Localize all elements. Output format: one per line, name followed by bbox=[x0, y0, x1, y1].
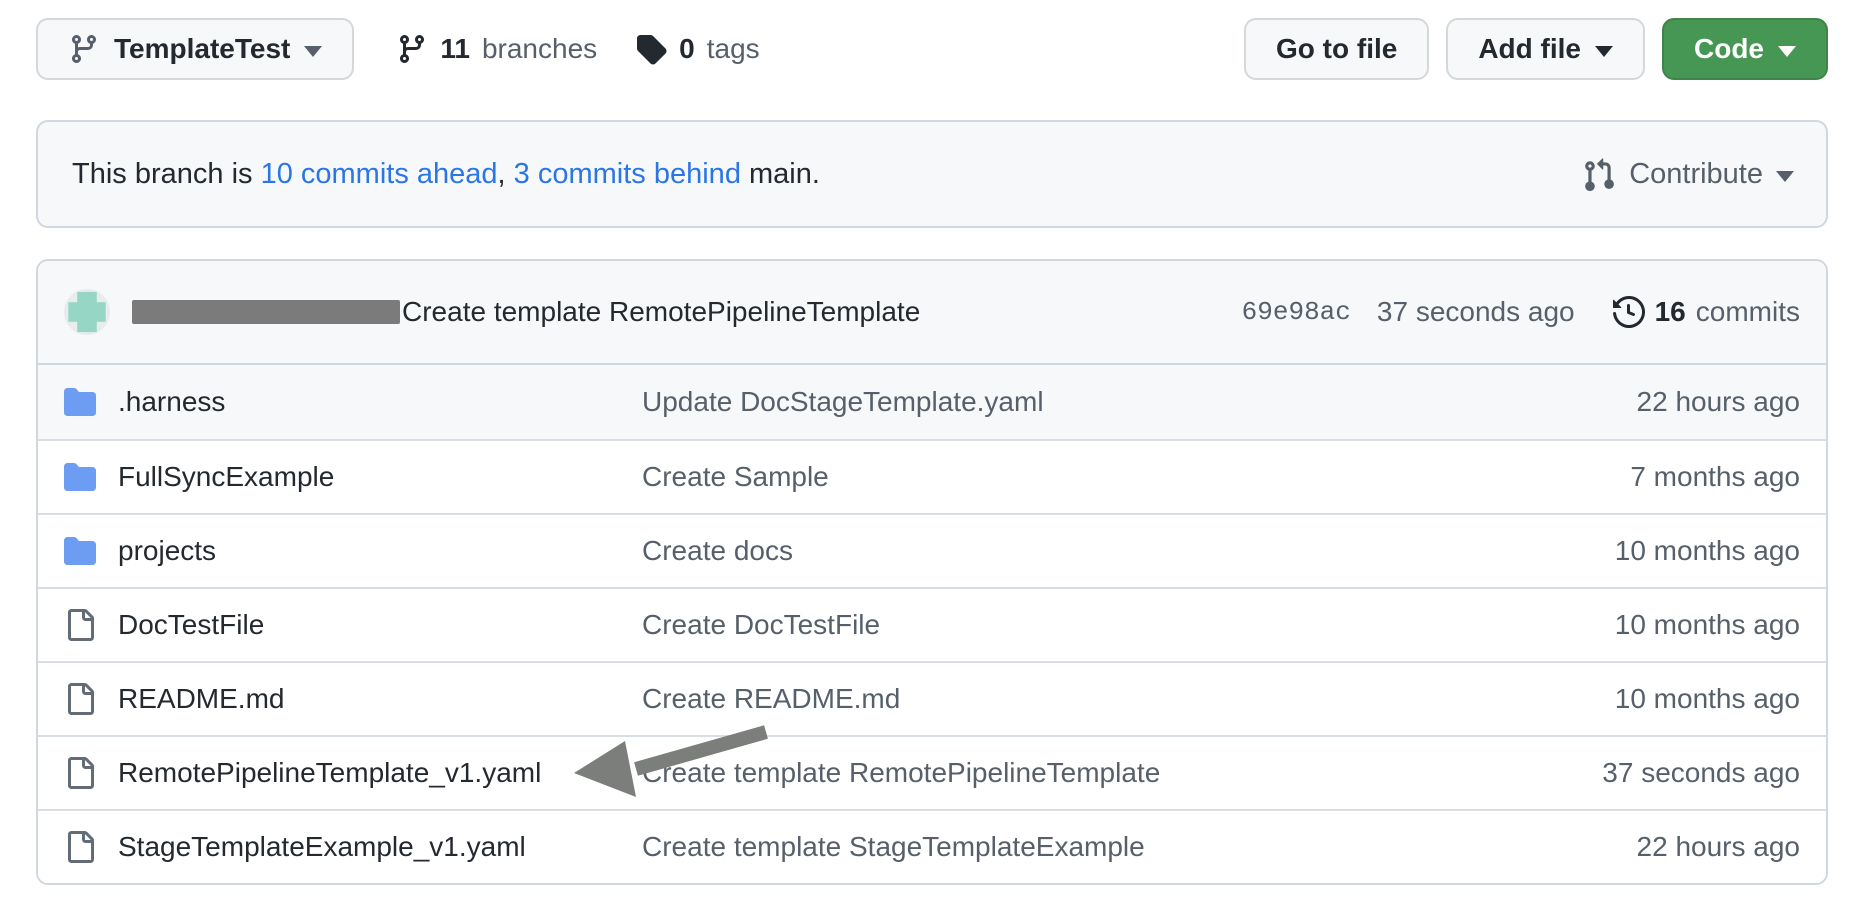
file-name-link[interactable]: .harness bbox=[118, 386, 642, 418]
toolbar-actions: Go to file Add file Code bbox=[1244, 18, 1828, 80]
file-row[interactable]: StageTemplateExample_v1.yaml Create temp… bbox=[38, 809, 1826, 883]
chevron-down-icon bbox=[1595, 46, 1613, 57]
file-icon bbox=[64, 683, 96, 715]
file-row[interactable]: .harness Update DocStageTemplate.yaml 22… bbox=[38, 365, 1826, 439]
file-name-link[interactable]: RemotePipelineTemplate_v1.yaml bbox=[118, 757, 642, 789]
file-updated-time: 10 months ago bbox=[1615, 683, 1800, 715]
tags-count: 0 bbox=[679, 33, 695, 65]
status-prefix: This branch is bbox=[72, 158, 261, 190]
file-browser-card: Create template RemotePipelineTemplate 6… bbox=[36, 259, 1828, 885]
commit-history-link[interactable]: 16 commits bbox=[1613, 296, 1800, 328]
status-separator: , bbox=[498, 158, 514, 190]
branches-label: branches bbox=[482, 33, 597, 65]
file-name-link[interactable]: StageTemplateExample_v1.yaml bbox=[118, 831, 642, 863]
git-branch-icon bbox=[396, 33, 428, 65]
file-updated-time: 37 seconds ago bbox=[1602, 757, 1800, 789]
file-icon bbox=[64, 831, 96, 863]
file-updated-time: 7 months ago bbox=[1630, 461, 1800, 493]
branch-selector-button[interactable]: TemplateTest bbox=[36, 18, 354, 80]
go-to-file-button[interactable]: Go to file bbox=[1244, 18, 1429, 80]
commits-ahead-link[interactable]: 10 commits ahead bbox=[261, 158, 498, 190]
avatar[interactable] bbox=[64, 289, 110, 335]
tags-label: tags bbox=[707, 33, 760, 65]
contribute-button[interactable]: Contribute bbox=[1582, 157, 1794, 191]
commit-message-link[interactable]: Create template StageTemplateExample bbox=[642, 831, 1637, 863]
file-name-link[interactable]: README.md bbox=[118, 683, 642, 715]
chevron-down-icon bbox=[1776, 171, 1794, 182]
redacted-username bbox=[132, 300, 400, 324]
commit-message-link[interactable]: Create Sample bbox=[642, 461, 1630, 493]
file-row[interactable]: FullSyncExample Create Sample 7 months a… bbox=[38, 439, 1826, 513]
commit-message-link[interactable]: Create README.md bbox=[642, 683, 1615, 715]
latest-commit-meta: 69e98ac 37 seconds ago 16 commits bbox=[1242, 296, 1800, 328]
commits-label: commits bbox=[1696, 296, 1800, 328]
latest-commit-message[interactable]: Create template RemotePipelineTemplate bbox=[402, 296, 920, 328]
commit-hash[interactable]: 69e98ac bbox=[1242, 297, 1351, 327]
folder-icon bbox=[64, 386, 96, 418]
branches-count: 11 bbox=[440, 33, 470, 65]
folder-icon bbox=[64, 535, 96, 567]
commit-timestamp: 37 seconds ago bbox=[1377, 296, 1575, 328]
commits-behind-link[interactable]: 3 commits behind bbox=[514, 158, 741, 190]
contribute-label: Contribute bbox=[1629, 158, 1763, 191]
commit-message-link[interactable]: Update DocStageTemplate.yaml bbox=[642, 386, 1637, 418]
status-suffix: main. bbox=[741, 158, 820, 190]
repo-toolbar: TemplateTest 11 branches 0 tags Go to fi… bbox=[36, 18, 1828, 80]
latest-commit-bar: Create template RemotePipelineTemplate 6… bbox=[38, 261, 1826, 365]
branch-status-banner: This branch is 10 commits ahead, 3 commi… bbox=[36, 120, 1828, 228]
file-row[interactable]: README.md Create README.md 10 months ago bbox=[38, 661, 1826, 735]
commit-message-link[interactable]: Create template RemotePipelineTemplate bbox=[642, 757, 1602, 789]
file-icon bbox=[64, 757, 96, 789]
branches-link[interactable]: 11 branches bbox=[396, 33, 597, 65]
file-updated-time: 22 hours ago bbox=[1637, 831, 1800, 863]
folder-icon bbox=[64, 461, 96, 493]
current-branch-label: TemplateTest bbox=[114, 33, 290, 65]
history-icon bbox=[1613, 296, 1645, 328]
add-file-label: Add file bbox=[1478, 33, 1581, 65]
file-name-link[interactable]: projects bbox=[118, 535, 642, 567]
branch-status-text: This branch is 10 commits ahead, 3 commi… bbox=[72, 158, 820, 191]
file-row[interactable]: projects Create docs 10 months ago bbox=[38, 513, 1826, 587]
file-updated-time: 22 hours ago bbox=[1637, 386, 1800, 418]
chevron-down-icon bbox=[1778, 46, 1796, 57]
git-branch-icon bbox=[68, 33, 100, 65]
code-button[interactable]: Code bbox=[1662, 18, 1828, 80]
file-name-link[interactable]: DocTestFile bbox=[118, 609, 642, 641]
file-updated-time: 10 months ago bbox=[1615, 535, 1800, 567]
chevron-down-icon bbox=[304, 46, 322, 57]
commits-count: 16 bbox=[1655, 296, 1686, 328]
file-icon bbox=[64, 609, 96, 641]
tags-link[interactable]: 0 tags bbox=[635, 33, 760, 65]
commit-message-link[interactable]: Create docs bbox=[642, 535, 1615, 567]
file-row[interactable]: RemotePipelineTemplate_v1.yaml Create te… bbox=[38, 735, 1826, 809]
repo-page: TemplateTest 11 branches 0 tags Go to fi… bbox=[0, 0, 1860, 885]
commit-message-link[interactable]: Create DocTestFile bbox=[642, 609, 1615, 641]
add-file-button[interactable]: Add file bbox=[1446, 18, 1645, 80]
go-to-file-label: Go to file bbox=[1276, 33, 1397, 65]
tag-icon bbox=[635, 33, 667, 65]
file-list: .harness Update DocStageTemplate.yaml 22… bbox=[38, 365, 1826, 883]
code-label: Code bbox=[1694, 33, 1764, 65]
file-row[interactable]: DocTestFile Create DocTestFile 10 months… bbox=[38, 587, 1826, 661]
file-name-link[interactable]: FullSyncExample bbox=[118, 461, 642, 493]
file-updated-time: 10 months ago bbox=[1615, 609, 1800, 641]
identicon bbox=[64, 289, 110, 335]
git-compare-icon bbox=[1582, 157, 1616, 191]
